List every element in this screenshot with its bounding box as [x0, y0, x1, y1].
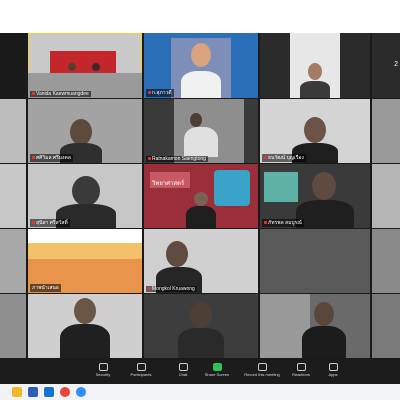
chat-icon [178, 363, 188, 371]
participant-name: ภาพนำเสนอ [30, 284, 61, 292]
video-tile[interactable] [260, 33, 370, 98]
zoom-icon[interactable] [76, 387, 86, 397]
outlook-icon[interactable] [44, 387, 54, 397]
video-tile[interactable] [372, 229, 400, 293]
window-title-bar [0, 0, 400, 33]
mic-muted-icon [32, 221, 35, 225]
file-explorer-icon[interactable] [12, 387, 22, 397]
video-tile[interactable]: ก.สุภาวดี [144, 33, 258, 98]
mic-muted-icon [148, 287, 151, 291]
participant-name: ธนวัฒน์ บุญเรือง [262, 154, 306, 162]
video-tile[interactable]: ศศิวิมล ศรีมงคล [28, 99, 142, 163]
participants-button[interactable]: Participants [124, 363, 158, 377]
video-tile[interactable]: ธนวัฒน์ บุญเรือง [260, 99, 370, 163]
participant-name: Mongkol Kruawong [146, 286, 197, 292]
participant-name: ศศิวิมล ศรีมงคล [30, 154, 73, 162]
mic-muted-icon [264, 221, 267, 225]
mic-muted-icon [148, 157, 151, 161]
word-icon[interactable] [28, 387, 38, 397]
video-tile[interactable] [0, 294, 26, 358]
chrome-icon[interactable] [60, 387, 70, 397]
video-tile[interactable] [0, 99, 26, 163]
video-tile[interactable]: ภาพนำเสนอ [28, 229, 142, 293]
video-tile[interactable]: Ratnakamon Saengtong [144, 99, 258, 163]
apps-button[interactable]: Apps [316, 363, 350, 377]
video-tile[interactable]: วิทยาศาสตร์ [144, 164, 258, 228]
participant-name: 2 [394, 61, 398, 68]
participant-name: ก.สุภาวดี [146, 89, 174, 97]
mic-muted-icon [32, 156, 35, 160]
mic-muted-icon [148, 91, 151, 95]
shield-icon [98, 363, 108, 371]
video-tile[interactable]: สุนิสา ศรีสวัสดิ์ [28, 164, 142, 228]
share-screen-button[interactable]: Share Screen [200, 363, 234, 377]
security-button[interactable]: Security [86, 363, 120, 377]
video-tile[interactable] [372, 294, 400, 358]
participant-name: สุนิสา ศรีสวัสดิ์ [30, 219, 70, 227]
video-tile[interactable]: Vanida Kaewmuangdee [28, 33, 142, 98]
participant-name: Vanida Kaewmuangdee [30, 91, 91, 97]
record-button[interactable]: Record this meeting [240, 363, 284, 377]
mic-muted-icon [32, 92, 35, 96]
video-tile[interactable] [260, 229, 370, 293]
video-tile[interactable]: ภัทรพล สมบูรณ์ [260, 164, 370, 228]
video-tile[interactable] [0, 229, 26, 293]
meeting-toolbar: Security Participants Chat Share Screen … [0, 360, 400, 384]
apps-icon [328, 363, 338, 371]
video-tile[interactable] [144, 294, 258, 358]
chat-button[interactable]: Chat [166, 363, 200, 377]
windows-taskbar [0, 384, 400, 400]
video-tile[interactable] [260, 294, 370, 358]
mic-muted-icon [264, 156, 267, 160]
share-screen-icon [212, 363, 222, 371]
participant-name: Ratnakamon Saengtong [146, 156, 208, 162]
video-tile[interactable] [0, 164, 26, 228]
video-tile[interactable] [372, 164, 400, 228]
slide-title: วิทยาศาสตร์ [152, 181, 185, 187]
participants-icon [136, 363, 146, 371]
video-tile[interactable]: Mongkol Kruawong [144, 229, 258, 293]
video-tile[interactable] [372, 99, 400, 163]
smile-icon [296, 363, 306, 371]
video-gallery: Vanida Kaewmuangdee ก.สุภาวดี 2 ศศิวิมล … [0, 33, 400, 360]
video-tile[interactable]: 2 [372, 33, 400, 98]
reactions-button[interactable]: Reactions [284, 363, 318, 377]
record-icon [257, 363, 267, 371]
video-tile[interactable] [28, 294, 142, 358]
participant-name: ภัทรพล สมบูรณ์ [262, 219, 304, 227]
